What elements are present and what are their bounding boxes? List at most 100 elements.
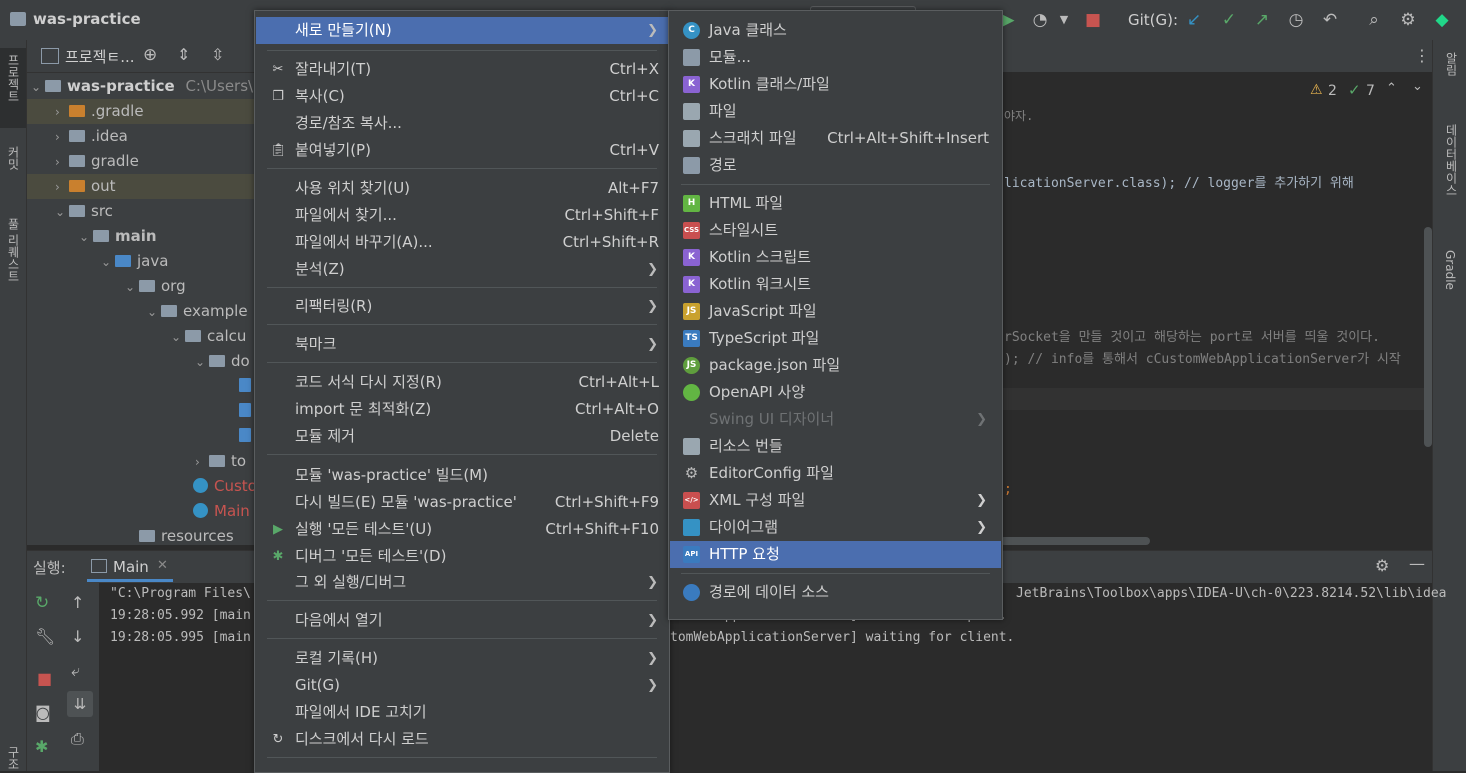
submenu-item-editorconfig[interactable]: ⚙ EditorConfig 파일 <box>670 460 1001 487</box>
tree-item[interactable]: ⌄ example <box>147 299 248 324</box>
menu-item-copy[interactable]: ❐ 복사(C) Ctrl+C <box>256 83 668 110</box>
tree-item[interactable]: ⌄ do <box>195 349 250 374</box>
locate-icon[interactable]: ⊕ <box>143 45 157 65</box>
close-icon[interactable]: ✕ <box>157 558 168 573</box>
more-icon[interactable]: ⋮ <box>1414 46 1430 65</box>
menu-item-new[interactable]: 새로 만들기(N) ❯ <box>256 17 668 44</box>
submenu-item-stylesheet[interactable]: CSS 스타일시트 <box>670 217 1001 244</box>
tree-item[interactable]: ⌄ org <box>125 274 186 299</box>
soft-wrap-icon[interactable]: ⤶ <box>71 661 80 681</box>
menu-item-cut[interactable]: ✂ 잘라내기(T) Ctrl+X <box>256 56 668 83</box>
submenu-item-typescript-file[interactable]: TS TypeScript 파일 <box>670 325 1001 352</box>
wrench-icon[interactable]: 🔧︎ <box>35 627 55 646</box>
menu-item-local-history[interactable]: 로컬 기록(H) ❯ <box>256 645 668 672</box>
submenu-item-xml-config[interactable]: </> XML 구성 파일 ❯ <box>670 487 1001 514</box>
menu-item-open-in[interactable]: 다음에서 열기 ❯ <box>256 607 668 634</box>
search-icon[interactable]: ⌕ <box>1364 10 1384 30</box>
menu-item-build-module[interactable]: 모듈 'was-practice' 빌드(M) <box>256 462 668 489</box>
profiler-icon[interactable]: ◔ <box>1030 10 1050 30</box>
menu-item-reload-from-disk[interactable]: ↻ 디스크에서 다시 로드 <box>256 726 668 753</box>
submenu-item-javascript-file[interactable]: JS JavaScript 파일 <box>670 298 1001 325</box>
tree-item[interactable]: resources <box>125 524 234 549</box>
tool-window-project[interactable]: 프로젝트 <box>0 48 26 128</box>
rollback-icon[interactable]: ↶ <box>1320 10 1340 30</box>
vertical-scrollbar[interactable] <box>1424 227 1432 447</box>
submenu-item-kotlin-script[interactable]: K Kotlin 스크립트 <box>670 244 1001 271</box>
submenu-item-resource-bundle[interactable]: 리소스 번들 <box>670 433 1001 460</box>
menu-item-debug-all-tests[interactable]: ✱ 디버그 '모든 테스트'(D) <box>256 543 668 570</box>
stop-icon[interactable]: ■ <box>1083 10 1103 30</box>
menu-item-find-in-files[interactable]: 파일에서 찾기... Ctrl+Shift+F <box>256 202 668 229</box>
print-icon[interactable]: ⎙ <box>71 729 84 749</box>
tool-window-notifications[interactable]: 알림 <box>1433 46 1466 106</box>
debug-icon[interactable]: ✱ <box>35 737 48 756</box>
camera-icon[interactable]: ◙ <box>35 703 51 722</box>
submenu-item-scratch-file[interactable]: 스크래치 파일 Ctrl+Alt+Shift+Insert <box>670 125 1001 152</box>
tree-item[interactable]: ⌄ src <box>55 199 113 224</box>
menu-item-rebuild-module[interactable]: 다시 빌드(E) 모듈 'was-practice' Ctrl+Shift+F9 <box>256 489 668 516</box>
tree-item[interactable]: Custo <box>193 474 257 499</box>
menu-item-bookmarks[interactable]: 북마크 ❯ <box>256 331 668 358</box>
tree-item[interactable]: › to <box>195 449 246 474</box>
submenu-item-diagram[interactable]: 다이어그램 ❯ <box>670 514 1001 541</box>
tool-window-pull-requests[interactable]: 풀 리퀘스트 <box>0 212 26 312</box>
git-update-icon[interactable]: ↙ <box>1184 10 1204 30</box>
menu-item-remove-module[interactable]: 모듈 제거 Delete <box>256 423 668 450</box>
tree-item[interactable]: › .gradle <box>27 99 255 124</box>
tool-window-gradle[interactable]: Gradle <box>1433 244 1466 314</box>
tree-item[interactable]: ⌄ calcu <box>171 324 246 349</box>
scroll-to-end-icon[interactable]: ⇊ <box>67 691 93 717</box>
submenu-item-openapi[interactable]: OpenAPI 사양 <box>670 379 1001 406</box>
submenu-item-file[interactable]: 파일 <box>670 98 1001 125</box>
submenu-item-html-file[interactable]: H HTML 파일 <box>670 190 1001 217</box>
tree-item[interactable]: › .idea <box>55 124 128 149</box>
project-view-selector[interactable]: 프로젝ㅌ... <box>65 46 135 67</box>
scroll-down-icon[interactable]: ↓ <box>71 627 84 646</box>
chevron-up-icon[interactable]: ⌃ <box>1386 81 1397 96</box>
project-name[interactable]: was-practice <box>33 10 141 28</box>
scroll-up-icon[interactable]: ↑ <box>71 593 84 612</box>
menu-item-more-run-debug[interactable]: 그 외 실행/디버그 ❯ <box>256 569 668 596</box>
menu-item-analyze[interactable]: 분석(Z) ❯ <box>256 256 668 283</box>
run-tab-main[interactable]: Main ✕ <box>87 554 173 582</box>
tree-item[interactable]: Main <box>193 499 250 524</box>
menu-item-run-all-tests[interactable]: ▶ 실행 '모든 테스트'(U) Ctrl+Shift+F10 <box>256 516 668 543</box>
tool-window-database[interactable]: 데이터베이스 <box>1433 118 1466 228</box>
git-push-icon[interactable]: ↗ <box>1252 10 1272 30</box>
git-commit-icon[interactable]: ✓ <box>1219 10 1239 30</box>
toolbox-icon[interactable]: ◆ <box>1432 10 1452 30</box>
submenu-item-http-request[interactable]: API HTTP 요청 <box>670 541 1001 568</box>
expand-all-icon[interactable]: ⇕ <box>177 45 190 64</box>
tree-item[interactable]: ⌄ java <box>101 249 168 274</box>
menu-item-find-usages[interactable]: 사용 위치 찾기(U) Alt+F7 <box>256 175 668 202</box>
tree-item[interactable]: › out <box>27 174 255 199</box>
submenu-item-kotlin-worksheet[interactable]: K Kotlin 워크시트 <box>670 271 1001 298</box>
menu-item-paste[interactable]: 📋︎ 붙여넣기(P) Ctrl+V <box>256 137 668 164</box>
submenu-item-data-source-in-path[interactable]: 경로에 데이터 소스 <box>670 579 1001 606</box>
menu-item-git[interactable]: Git(G) ❯ <box>256 672 668 699</box>
tree-root[interactable]: ⌄ was-practice C:\Users\ <box>31 74 253 99</box>
submenu-item-java-class[interactable]: C Java 클래스 <box>670 17 1001 44</box>
menu-item-replace-in-files[interactable]: 파일에서 바꾸기(A)... Ctrl+Shift+R <box>256 229 668 256</box>
menu-item-copy-path[interactable]: 경로/참조 복사... <box>256 110 668 137</box>
horizontal-scrollbar[interactable] <box>1000 537 1150 545</box>
submenu-item-package-json[interactable]: JS package.json 파일 <box>670 352 1001 379</box>
menu-item-optimize-imports[interactable]: import 문 최적화(Z) Ctrl+Alt+O <box>256 396 668 423</box>
collapse-all-icon[interactable]: ⇳ <box>211 45 224 64</box>
menu-item-fix-ide[interactable]: 파일에서 IDE 고치기 <box>256 699 668 726</box>
tool-window-structure[interactable]: 구조 <box>0 740 26 771</box>
chevron-down-icon[interactable]: ⌄ <box>1412 79 1423 94</box>
tool-window-commit[interactable]: 커밋 <box>0 140 26 200</box>
chevron-down-icon[interactable]: ▼ <box>1054 10 1074 30</box>
gear-icon[interactable]: ⚙ <box>1375 556 1389 575</box>
minimize-icon[interactable]: — <box>1409 554 1425 573</box>
rerun-icon[interactable]: ↻ <box>35 593 49 613</box>
tree-item[interactable]: ⌄ main <box>79 224 157 249</box>
submenu-item-module[interactable]: 모듈... <box>670 44 1001 71</box>
history-icon[interactable]: ◷ <box>1286 10 1306 30</box>
code-editor[interactable]: ⚠ 2 ✓ 7 ⌃ ⌄ 야자. licationServer.class); /… <box>1000 72 1432 545</box>
check-icon[interactable]: ✓ <box>1348 81 1361 99</box>
submenu-item-kotlin-class[interactable]: K Kotlin 클래스/파일 <box>670 71 1001 98</box>
menu-item-refactor[interactable]: 리팩터링(R) ❯ <box>256 293 668 320</box>
menu-item-reformat-code[interactable]: 코드 서식 다시 지정(R) Ctrl+Alt+L <box>256 369 668 396</box>
